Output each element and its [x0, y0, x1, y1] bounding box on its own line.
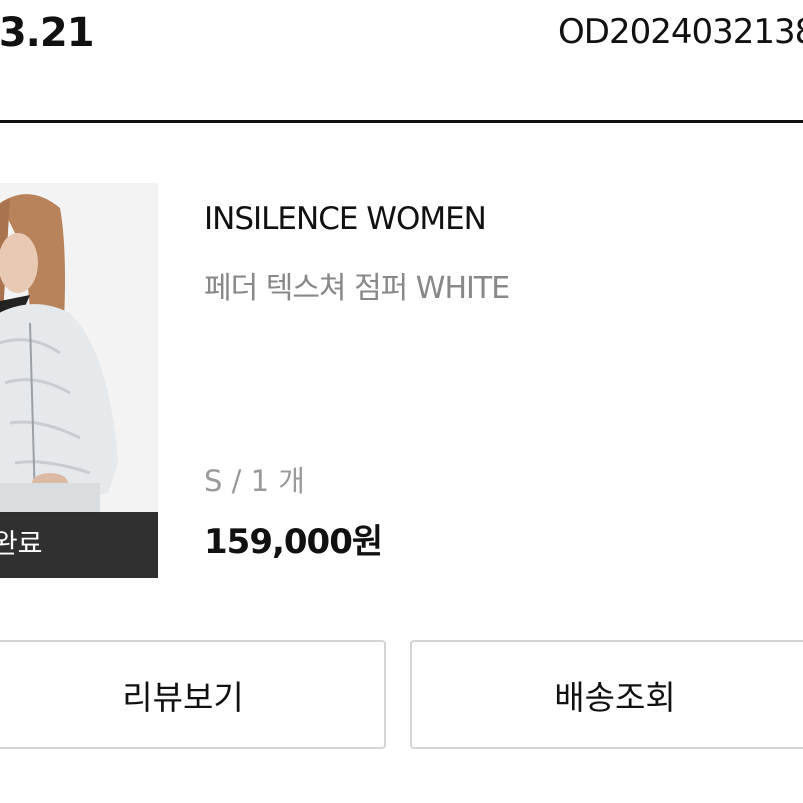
product-option: S / 1 개: [204, 464, 305, 498]
product-name[interactable]: 페더 텍스쳐 점퍼 WHITE: [204, 263, 510, 307]
order-detail-page: 03.21 OD2024032138 송완료 INSILENCE WOMEN 페…: [0, 0, 803, 803]
view-review-button[interactable]: 리뷰보기: [0, 640, 386, 749]
order-date: 03.21: [0, 10, 95, 56]
product-price: 159,000원: [204, 522, 383, 562]
product-thumbnail[interactable]: 송완료: [0, 183, 158, 578]
brand-name[interactable]: INSILENCE WOMEN: [204, 201, 487, 237]
order-number: OD2024032138: [558, 12, 803, 52]
delivery-status-badge: 송완료: [0, 512, 158, 578]
track-delivery-button[interactable]: 배송조회: [410, 640, 803, 749]
section-divider: [0, 120, 803, 123]
